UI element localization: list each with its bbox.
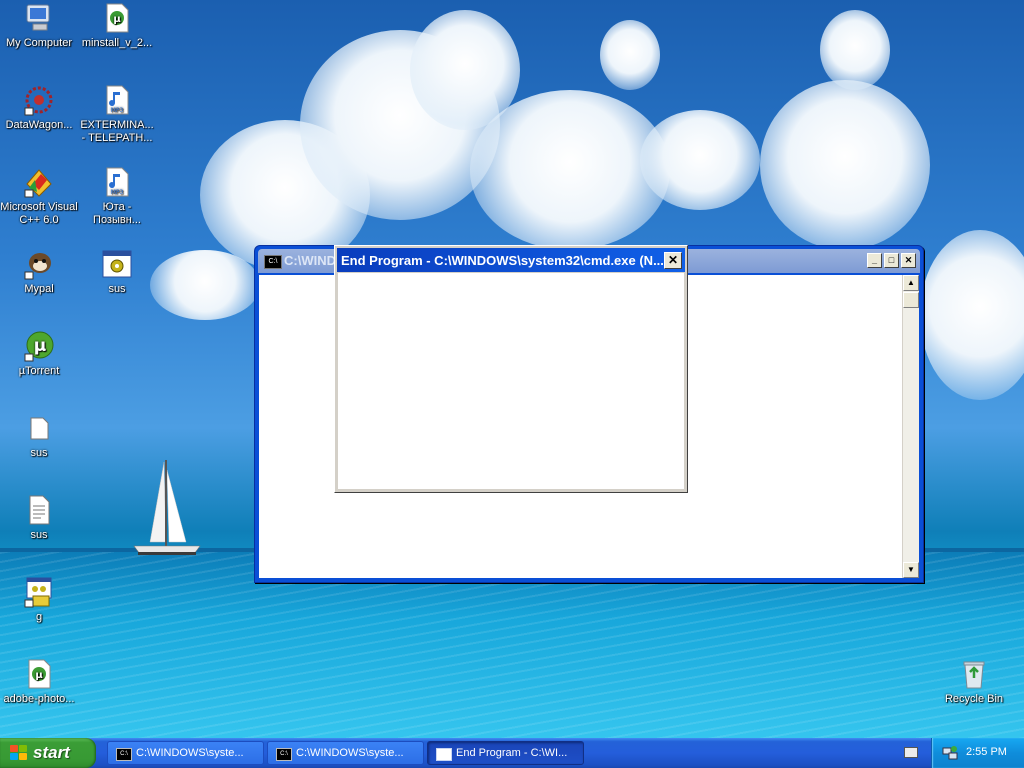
mp3-file-icon: MP3 — [101, 84, 133, 116]
taskbar-button-end-program[interactable]: End Program - C:\WI... — [427, 741, 584, 765]
desktop-icon-label: Юта - Позывн... — [93, 201, 141, 226]
cmd-prompt-icon: C:\ — [116, 748, 132, 761]
desktop-icon-my-computer[interactable]: My Computer — [0, 2, 78, 50]
desktop-icon-adobe-photo[interactable]: µ adobe-photo... — [0, 658, 78, 706]
desktop-icon-label: Microsoft Visual C++ 6.0 — [0, 201, 78, 226]
end-program-content — [338, 273, 684, 489]
desktop-icon-label: g — [35, 611, 43, 623]
desktop-icon-extermina-mp3[interactable]: MP3 EXTERMINA... - TELEPATH... — [78, 84, 156, 145]
network-icon[interactable] — [942, 745, 958, 761]
start-button[interactable]: start — [0, 738, 96, 768]
desktop-icon-recycle-bin[interactable]: Recycle Bin — [935, 658, 1013, 706]
visual-cpp-icon — [23, 166, 55, 198]
desktop-icon-sus-blank[interactable]: sus — [0, 412, 78, 460]
taskbar-button-cmd-2[interactable]: C:\ C:\WINDOWS\syste... — [267, 741, 424, 765]
taskbar-button-label: C:\WINDOWS\syste... — [136, 747, 244, 759]
mypal-icon — [23, 248, 55, 280]
start-label: start — [33, 743, 70, 762]
exe-app-icon — [101, 248, 133, 280]
maximize-button[interactable]: □ — [884, 253, 899, 268]
taskbar: start C:\ C:\WINDOWS\syste... C:\ C:\WIN… — [0, 738, 1024, 768]
desktop-icon-label: µTorrent — [18, 365, 60, 377]
utorrent-icon: µ — [23, 330, 55, 362]
cmd-prompt-icon: C:\ — [276, 748, 292, 761]
desktop-icon-label: Recycle Bin — [944, 693, 1004, 705]
svg-text:µ: µ — [35, 670, 43, 681]
desktop-icon-label: minstall_v_2... — [81, 37, 153, 49]
end-program-title: End Program - C:\WINDOWS\system32\cmd.ex… — [341, 253, 664, 268]
svg-text:MP3: MP3 — [111, 107, 124, 114]
window-icon — [436, 748, 452, 761]
desktop-icon-sus-text[interactable]: sus — [0, 494, 78, 542]
text-file-icon — [23, 494, 55, 526]
blank-file-icon — [23, 412, 55, 444]
desktop-icon-label: sus — [30, 447, 48, 459]
desktop-icon-label: adobe-photo... — [3, 693, 75, 705]
utorrent-file-icon: µ — [101, 2, 133, 34]
desktop-icon-utorrent[interactable]: µ µTorrent — [0, 330, 78, 378]
vertical-scrollbar[interactable]: ▲ ▼ — [902, 275, 919, 578]
desktop-icon-label: Mypal — [24, 283, 54, 295]
scroll-down-button[interactable]: ▼ — [903, 562, 919, 578]
close-button[interactable]: ✕ — [901, 253, 916, 268]
minimize-button[interactable]: _ — [867, 253, 882, 268]
taskbar-button-cmd-1[interactable]: C:\ C:\WINDOWS\syste... — [107, 741, 264, 765]
desktop-icon-visual-cpp[interactable]: Microsoft Visual C++ 6.0 — [0, 166, 78, 227]
scroll-up-button[interactable]: ▲ — [903, 275, 919, 291]
clock[interactable]: 2:55 PM — [966, 746, 1007, 758]
cmd-prompt-icon: C:\ — [264, 255, 282, 269]
keyboard-language-icon[interactable] — [904, 747, 918, 758]
utorrent-file-icon: µ — [23, 658, 55, 690]
scrollbar-thumb[interactable] — [903, 292, 919, 308]
recycle-bin-icon — [958, 658, 990, 690]
desktop-icon-minstall[interactable]: µ minstall_v_2... — [78, 2, 156, 50]
system-tray: 2:55 PM — [931, 738, 1024, 768]
desktop-icon-label: sus — [30, 529, 48, 541]
sailboat-image — [133, 460, 201, 555]
datawagon-icon — [23, 84, 55, 116]
mp3-file-icon: MP3 — [101, 166, 133, 198]
my-computer-icon — [23, 2, 55, 34]
taskbar-button-label: End Program - C:\WI... — [456, 747, 568, 759]
windows-logo-icon — [10, 745, 28, 761]
desktop-icon-label: sus — [108, 283, 126, 295]
end-program-close-button[interactable]: ✕ — [664, 252, 682, 269]
desktop-icon-label: My Computer — [5, 37, 73, 49]
desktop-icon-mypal[interactable]: Mypal — [0, 248, 78, 296]
svg-text:µ: µ — [113, 14, 121, 25]
svg-text:MP3: MP3 — [111, 189, 124, 196]
desktop-icon-g[interactable]: g — [0, 576, 78, 624]
desktop-icon-yuta-mp3[interactable]: MP3 Юта - Позывн... — [78, 166, 156, 227]
desktop-icon-label: DataWagon... — [5, 119, 73, 131]
desktop-icon-label: EXTERMINA... - TELEPATH... — [80, 119, 154, 144]
desktop-icon-sus-exe[interactable]: sus — [78, 248, 156, 296]
batch-file-icon — [23, 576, 55, 608]
svg-text:µ: µ — [34, 336, 47, 356]
end-program-dialog[interactable]: End Program - C:\WINDOWS\system32\cmd.ex… — [334, 245, 688, 493]
desktop-icon-datawagon[interactable]: DataWagon... — [0, 84, 78, 132]
taskbar-button-label: C:\WINDOWS\syste... — [296, 747, 404, 759]
end-program-titlebar[interactable]: End Program - C:\WINDOWS\system32\cmd.ex… — [337, 248, 685, 272]
